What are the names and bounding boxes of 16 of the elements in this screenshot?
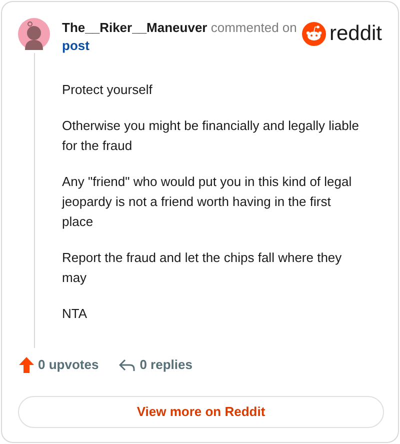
alien-logo-icon	[302, 22, 326, 46]
view-more-button[interactable]: View more on Reddit	[18, 396, 384, 428]
username[interactable]: The__Riker__Maneuver	[62, 20, 208, 35]
comment-paragraph: Otherwise you might be financially and legally liable for the fraud	[62, 117, 360, 155]
logo-wordmark: reddit	[329, 22, 382, 46]
avatar-icon	[18, 18, 50, 50]
action-text: commented on	[210, 20, 297, 35]
comment-paragraph: Report the fraud and let the chips fall where they may	[62, 249, 343, 287]
comment-paragraph: Any "friend" who would put you in this kind of legal jeopardy is not a friend worth having in the first place	[62, 173, 353, 231]
comment-paragraph: NTA	[62, 305, 88, 323]
comment-paragraph: Protect yourself	[62, 81, 154, 99]
reply-count: 0 replies	[140, 356, 192, 374]
upvote-count: 0 upvotes	[38, 356, 99, 374]
reply-arrow-icon[interactable]	[118, 358, 135, 372]
post-link[interactable]: post	[62, 38, 90, 53]
upvote-arrow-icon[interactable]	[19, 357, 34, 373]
